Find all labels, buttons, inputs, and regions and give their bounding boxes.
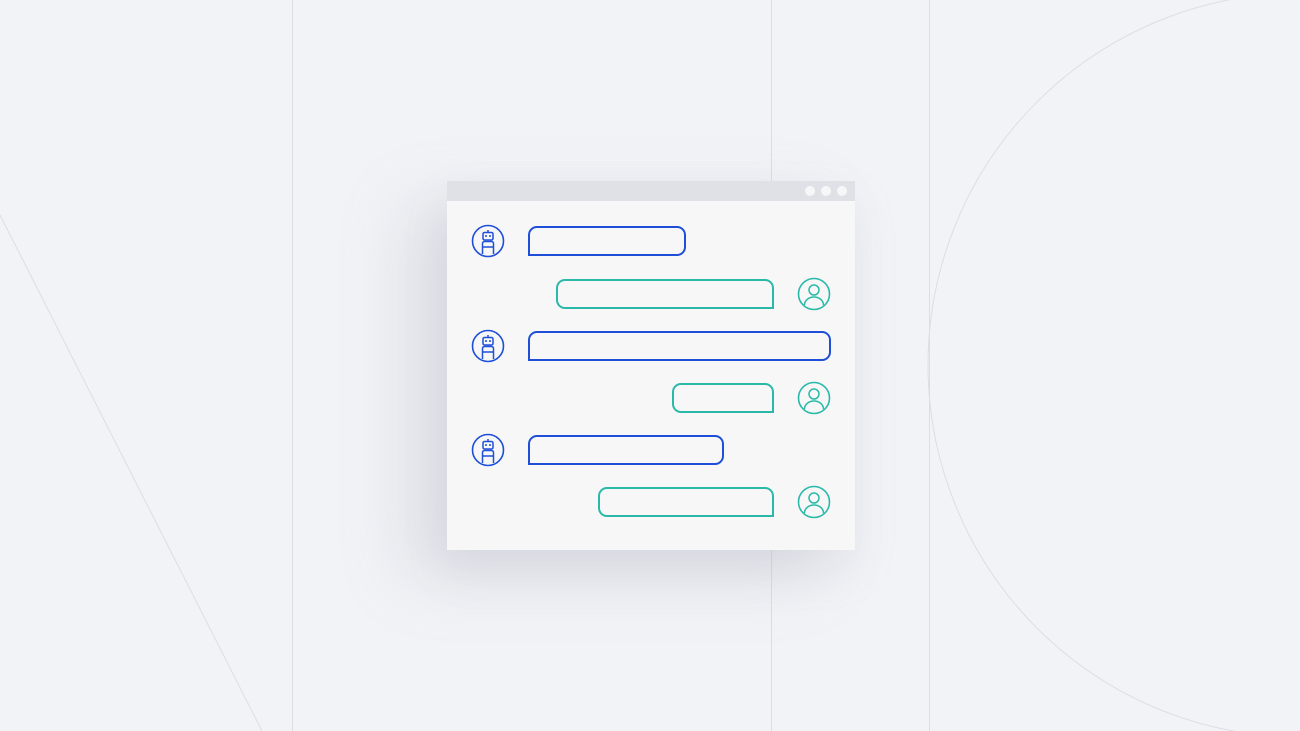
- window-control-dot[interactable]: [821, 186, 831, 196]
- bot-message-bubble: [528, 435, 724, 465]
- bot-message-bubble: [528, 331, 831, 361]
- robot-icon: [471, 433, 505, 467]
- user-icon: [797, 485, 831, 519]
- user-icon: [797, 381, 831, 415]
- robot-icon: [471, 329, 505, 363]
- background-circle: [927, 0, 1237, 731]
- window-control-dot[interactable]: [837, 186, 847, 196]
- window-control-dot[interactable]: [805, 186, 815, 196]
- diagonal-line: [0, 214, 263, 731]
- chat-window: [447, 181, 855, 550]
- user-message-bubble: [556, 279, 774, 309]
- window-titlebar: [447, 181, 855, 201]
- user-message-bubble: [672, 383, 774, 413]
- robot-icon: [471, 224, 505, 258]
- bot-message-bubble: [528, 226, 686, 256]
- user-message-bubble: [598, 487, 774, 517]
- user-icon: [797, 277, 831, 311]
